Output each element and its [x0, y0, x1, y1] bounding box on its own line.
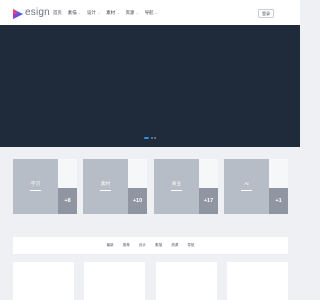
category-card-material[interactable]: 素材 +10: [83, 159, 147, 214]
filter-tab-sketch[interactable]: 素描: [155, 243, 162, 248]
filter-tab-latest[interactable]: 最新: [106, 243, 113, 248]
nav-item-label: 资源: [125, 9, 135, 15]
filter-tab-recommended[interactable]: 推荐: [123, 243, 130, 248]
category-count-badge: +8: [58, 188, 77, 214]
content-card[interactable]: [84, 262, 145, 300]
chevron-down-icon: ⌄: [116, 10, 120, 15]
carousel-dot[interactable]: [150, 137, 153, 139]
nav-item-design[interactable]: 设计 ⌄: [87, 10, 100, 16]
carousel-dot[interactable]: [154, 137, 156, 139]
nav-item-home[interactable]: 首页: [53, 10, 62, 16]
logo-text: esign: [25, 7, 50, 18]
nav-item-sketch[interactable]: 素描 ⌄: [68, 10, 81, 16]
chevron-down-icon: ⌄: [155, 10, 158, 15]
category-count-badge: +10: [128, 188, 147, 214]
category-card-business[interactable]: 商业 +17: [154, 159, 218, 214]
category-card-study[interactable]: 学习 +8: [13, 159, 77, 214]
category-count-badge: +17: [199, 188, 218, 214]
category-label: 学习: [30, 181, 41, 186]
category-label: AI: [244, 181, 249, 186]
nav-item-label: 素材: [106, 9, 116, 15]
filter-tab-navigation[interactable]: 导航: [187, 243, 194, 248]
category-count-badge: +1: [269, 188, 288, 214]
category-card-cover[interactable]: 商业: [154, 159, 199, 214]
chevron-down-icon: ⌄: [78, 10, 82, 15]
nav-item-label: 导航: [144, 9, 154, 15]
filter-bar: 最新 推荐 设计 素描 资源 导航: [13, 237, 288, 254]
category-card-cover[interactable]: 学习: [13, 159, 58, 214]
main-nav: 首页 素描 ⌄ 设计 ⌄ 素材 ⌄ 资源 ⌄ 导航 ⌄: [53, 0, 164, 25]
category-underline: [30, 190, 41, 191]
content-card[interactable]: [156, 262, 217, 300]
category-card-cover[interactable]: AI: [224, 159, 269, 214]
hero-banner[interactable]: [0, 25, 300, 147]
site-logo[interactable]: esign: [12, 5, 50, 20]
nav-item-resources[interactable]: 资源 ⌄: [126, 10, 139, 16]
category-underline: [100, 190, 111, 191]
category-card-ai[interactable]: AI +1: [224, 159, 288, 214]
nav-item-navigation[interactable]: 导航 ⌄: [145, 10, 158, 16]
nav-item-label: 素描: [67, 9, 77, 15]
filter-tab-resources[interactable]: 资源: [171, 243, 178, 248]
category-underline: [241, 190, 252, 191]
login-button[interactable]: 登录: [258, 9, 274, 18]
design-logo-icon: [12, 7, 24, 19]
category-cards: 学习 +8 素材 +10 商业 +17 AI +1: [13, 159, 288, 214]
carousel-indicators: [144, 137, 158, 139]
chevron-down-icon: ⌄: [135, 10, 139, 15]
filter-tabs: 最新 推荐 设计 素描 资源 导航: [13, 237, 288, 254]
category-label: 商业: [171, 181, 182, 186]
chevron-down-icon: ⌄: [97, 10, 101, 15]
category-underline: [171, 190, 182, 191]
content-card[interactable]: [13, 262, 74, 300]
site-header: esign 首页 素描 ⌄ 设计 ⌄ 素材 ⌄ 资源 ⌄ 导航 ⌄ 登录: [0, 0, 300, 26]
category-card-cover[interactable]: 素材: [83, 159, 128, 214]
nav-item-material[interactable]: 素材 ⌄: [106, 10, 119, 16]
category-label: 素材: [100, 181, 111, 186]
filter-tab-design[interactable]: 设计: [139, 243, 146, 248]
carousel-dot-active[interactable]: [144, 137, 149, 139]
content-card[interactable]: [227, 262, 288, 300]
nav-item-label: 设计: [87, 9, 96, 15]
nav-item-label: 首页: [53, 9, 62, 15]
